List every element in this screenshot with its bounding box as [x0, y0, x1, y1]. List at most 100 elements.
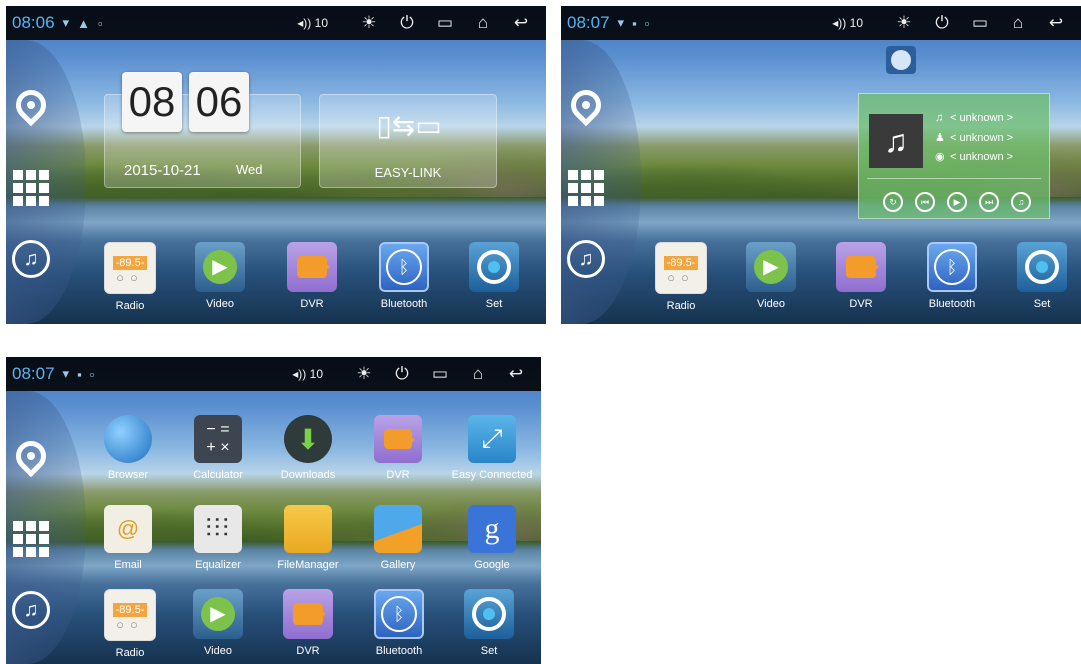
brightness-icon[interactable]: ☀ [350, 13, 388, 33]
browser-label: Browser [107, 469, 149, 481]
back-icon[interactable]: ↩ [502, 13, 540, 33]
google-app[interactable]: g Google [446, 505, 538, 571]
apps-grid-icon[interactable] [565, 164, 607, 206]
music-player-widget[interactable]: ♫ ♫ < unknown > ♟ < unknown > ◉ < unknow… [858, 93, 1050, 219]
radio-label: Radio [115, 300, 145, 312]
track-album: ◉ < unknown > [935, 151, 1014, 163]
music-icon[interactable]: ♫ [565, 238, 607, 280]
folder-icon [284, 505, 332, 553]
usb-icon: ▫ [97, 15, 103, 31]
recent-apps-icon[interactable]: ▭ [421, 364, 459, 384]
power-icon[interactable]: ⏻ [383, 364, 421, 384]
dvr-label: DVR [296, 645, 320, 657]
globe-icon [104, 415, 152, 463]
back-icon[interactable]: ↩ [1037, 13, 1075, 33]
equalizer-app[interactable]: ⫶⫶⫶ Equalizer [172, 505, 264, 571]
location-icon[interactable] [9, 83, 53, 130]
usb-icon: ▫ [644, 15, 650, 31]
radio-app[interactable]: -89.5- ○○ Radio [641, 242, 721, 312]
track-title: ♫ < unknown > [935, 112, 1014, 124]
volume-level: 10 [309, 367, 323, 381]
dvr-app[interactable]: DVR [821, 242, 901, 310]
dvr-drawer-app[interactable]: DVR [352, 415, 444, 481]
status-time: 08:06 [12, 13, 55, 32]
radio-label: Radio [115, 647, 145, 659]
bluetooth-icon: ᛒ [927, 242, 977, 292]
home-button-icon[interactable]: ⌂ [459, 364, 497, 384]
dvr-icon [374, 415, 422, 463]
location-icon[interactable] [564, 83, 608, 130]
next-icon[interactable]: ⏭ [979, 192, 999, 212]
radio-app[interactable]: -89.5- ○○ Radio [90, 589, 170, 659]
bluetooth-label: Bluetooth [375, 645, 423, 657]
easy-connected-app[interactable]: ⤢ Easy Connected [446, 415, 538, 481]
music-icon[interactable]: ♫ [10, 238, 52, 280]
status-bar: 08:06 ▾ ▲ ▫ ◂)) 10 ☀ ⏻ ▭ ⌂ ↩ [6, 6, 546, 40]
video-icon: ▶ [193, 589, 243, 639]
apps-grid-icon[interactable] [10, 164, 52, 206]
email-app[interactable]: @ Email [82, 505, 174, 571]
music-icon[interactable]: ♫ [10, 589, 52, 631]
radio-icon: -89.5- ○○ [655, 242, 707, 294]
easylink-widget[interactable]: ▯⇆▭ EASY-LINK [319, 94, 497, 188]
email-icon: @ [104, 505, 152, 553]
home-screen: 08:06 ▾ ▲ ▫ ◂)) 10 ☀ ⏻ ▭ ⌂ ↩ ♫ 08 06 201… [6, 6, 546, 324]
filemanager-app[interactable]: FileManager [262, 505, 354, 571]
apps-grid-icon[interactable] [10, 515, 52, 557]
calculator-app[interactable]: − = + × Calculator [172, 415, 264, 481]
browser-app[interactable]: Browser [82, 415, 174, 481]
phone-to-screen-icon: ▯⇆▭ [376, 110, 442, 141]
dvr-label: DVR [849, 298, 873, 310]
home-icon: ▲ [77, 15, 90, 31]
power-icon[interactable]: ⏻ [923, 13, 961, 33]
volume-indicator[interactable]: ◂)) 10 [292, 367, 323, 381]
power-icon[interactable]: ⏻ [388, 13, 426, 33]
recent-apps-icon[interactable]: ▭ [426, 13, 464, 33]
video-app[interactable]: ▶ Video [731, 242, 811, 310]
bluetooth-app[interactable]: ᛒ Bluetooth [912, 242, 992, 310]
video-app[interactable]: ▶ Video [178, 589, 258, 657]
back-icon[interactable]: ↩ [497, 364, 535, 384]
playlist-icon[interactable]: ♫ [1011, 192, 1031, 212]
usb-icon: ▫ [89, 366, 95, 382]
image-icon: ▪ [77, 366, 82, 382]
settings-gear-icon [469, 242, 519, 292]
set-app[interactable]: Set [449, 589, 529, 657]
dvr-label: DVR [386, 469, 410, 481]
volume-indicator[interactable]: ◂)) 10 [297, 16, 328, 30]
gallery-app[interactable]: Gallery [352, 505, 444, 571]
date-text: 2015-10-21 [124, 162, 201, 179]
assistant-orb-icon[interactable] [886, 46, 916, 74]
calculator-icon: − = + × [194, 415, 242, 463]
google-label: Google [474, 559, 510, 571]
bluetooth-app[interactable]: ᛒ Bluetooth [364, 242, 444, 310]
play-icon[interactable]: ▶ [947, 192, 967, 212]
sidebar: ♫ [561, 40, 641, 324]
location-icon[interactable] [9, 434, 53, 481]
set-label: Set [1033, 298, 1051, 310]
easylink-label: EASY-LINK [374, 165, 442, 180]
set-app[interactable]: Set [1002, 242, 1081, 310]
app-drawer-screen: 08:07 ▾ ▪ ▫ ◂)) 10 ☀ ⏻ ▭ ⌂ ↩ ♫ Browser −… [6, 357, 541, 664]
brightness-icon[interactable]: ☀ [885, 13, 923, 33]
settings-gear-icon [464, 589, 514, 639]
recent-apps-icon[interactable]: ▭ [961, 13, 999, 33]
bluetooth-icon: ᛒ [374, 589, 424, 639]
home-button-icon[interactable]: ⌂ [464, 13, 502, 33]
radio-app[interactable]: -89.5- ○○ Radio [90, 242, 170, 312]
dvr-app[interactable]: DVR [268, 589, 348, 657]
repeat-icon[interactable]: ↻ [883, 192, 903, 212]
brightness-icon[interactable]: ☀ [345, 364, 383, 384]
home-button-icon[interactable]: ⌂ [999, 13, 1037, 33]
previous-icon[interactable]: ⏮ [915, 192, 935, 212]
video-app[interactable]: ▶ Video [180, 242, 260, 310]
clock-hour: 08 [122, 72, 182, 132]
radio-icon: -89.5- ○○ [104, 589, 156, 641]
bluetooth-app[interactable]: ᛒ Bluetooth [359, 589, 439, 657]
dvr-app[interactable]: DVR [272, 242, 352, 310]
volume-indicator[interactable]: ◂)) 10 [832, 16, 863, 30]
set-label: Set [480, 645, 498, 657]
easy-connected-label: Easy Connected [451, 469, 533, 481]
set-app[interactable]: Set [454, 242, 534, 310]
downloads-app[interactable]: ⬇ Downloads [262, 415, 354, 481]
